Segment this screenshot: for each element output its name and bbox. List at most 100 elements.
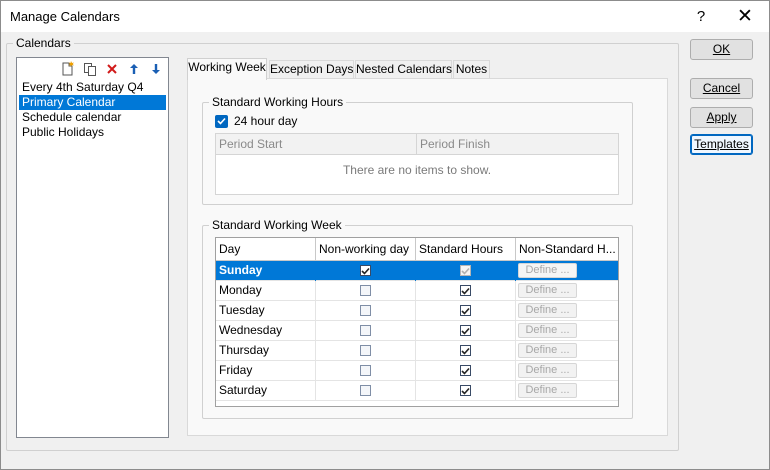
week-row-monday[interactable]: Monday Define ... <box>216 281 618 301</box>
column-header-period-finish[interactable]: Period Finish <box>417 134 618 154</box>
non-working-day-checkbox[interactable] <box>360 325 371 336</box>
non-working-day-checkbox[interactable] <box>360 305 371 316</box>
standard-hours-cell <box>416 361 516 381</box>
non-working-day-cell <box>316 381 416 401</box>
calendar-toolbar <box>17 58 168 80</box>
column-header-period-start[interactable]: Period Start <box>216 134 417 154</box>
standard-hours-checkbox[interactable] <box>460 325 471 336</box>
day-cell: Thursday <box>216 341 316 361</box>
standard-hours-checkbox[interactable] <box>460 385 471 396</box>
calendar-item[interactable]: Every 4th Saturday Q4 <box>19 80 166 95</box>
define-button[interactable]: Define ... <box>518 263 577 278</box>
non-working-day-cell <box>316 281 416 301</box>
tab-notes[interactable]: Notes <box>453 60 490 79</box>
define-button[interactable]: Define ... <box>518 343 577 358</box>
non-working-day-checkbox[interactable] <box>360 265 371 276</box>
week-grid[interactable]: Day Non-working day Standard Hours Non-S… <box>215 237 619 407</box>
non-working-day-checkbox[interactable] <box>360 345 371 356</box>
standard-hours-checkbox[interactable] <box>460 345 471 356</box>
calendar-item[interactable]: Schedule calendar <box>19 110 166 125</box>
week-row-sunday[interactable]: Sunday Define ... <box>216 261 618 281</box>
arrow-down-icon[interactable] <box>147 60 165 78</box>
define-button[interactable]: Define ... <box>518 383 577 398</box>
standard-working-week-label: Standard Working Week <box>209 218 345 232</box>
standard-hours-checkbox[interactable] <box>460 285 471 296</box>
column-header-non-working-day[interactable]: Non-working day <box>316 238 416 260</box>
templates-button[interactable]: Templates <box>690 134 753 155</box>
cancel-button[interactable]: Cancel <box>690 78 753 99</box>
tab-nested-calendars[interactable]: Nested Calendars <box>355 60 452 79</box>
standard-hours-cell <box>416 301 516 321</box>
column-header-non-standard-hours[interactable]: Non-Standard H... <box>516 238 618 260</box>
standard-hours-checkbox[interactable] <box>460 265 471 276</box>
calendar-item-selected[interactable]: Primary Calendar <box>19 95 166 110</box>
week-rows: Sunday Define ... Monday Define ... Tuesday D… <box>216 261 618 401</box>
help-icon: ? <box>696 8 706 25</box>
delete-icon[interactable] <box>103 60 121 78</box>
day-cell: Tuesday <box>216 301 316 321</box>
non-standard-hours-cell: Define ... <box>516 261 618 281</box>
period-grid[interactable]: Period Start Period Finish There are no … <box>215 133 619 195</box>
define-button[interactable]: Define ... <box>518 283 577 298</box>
standard-hours-cell <box>416 281 516 301</box>
ok-button[interactable]: OK <box>690 39 753 60</box>
copy-icon[interactable] <box>81 60 99 78</box>
close-icon: ✕ <box>737 6 753 27</box>
title-bar: Manage Calendars ? ✕ <box>1 1 769 32</box>
day-cell: Monday <box>216 281 316 301</box>
column-header-standard-hours[interactable]: Standard Hours <box>416 238 516 260</box>
day-cell: Saturday <box>216 381 316 401</box>
close-button[interactable]: ✕ <box>723 1 767 32</box>
24-hour-day-label: 24 hour day <box>234 114 298 128</box>
manage-calendars-dialog: Manage Calendars ? ✕ Calendars Every 4th… <box>0 0 770 470</box>
define-button[interactable]: Define ... <box>518 303 577 318</box>
standard-hours-cell <box>416 261 516 281</box>
arrow-up-icon[interactable] <box>125 60 143 78</box>
day-cell: Sunday <box>216 261 316 281</box>
standard-hours-checkbox[interactable] <box>460 365 471 376</box>
non-working-day-checkbox[interactable] <box>360 385 371 396</box>
standard-working-week-group: Standard Working Week Day Non-working da… <box>202 218 633 419</box>
calendar-list[interactable]: Every 4th Saturday Q4 Primary Calendar S… <box>16 57 169 438</box>
window-title: Manage Calendars <box>10 9 120 24</box>
week-row-wednesday[interactable]: Wednesday Define ... <box>216 321 618 341</box>
working-week-panel: Standard Working Hours 24 hour day Perio… <box>187 78 668 436</box>
define-button[interactable]: Define ... <box>518 323 577 338</box>
apply-button[interactable]: Apply <box>690 107 753 128</box>
tab-working-week[interactable]: Working Week <box>187 58 267 80</box>
define-button[interactable]: Define ... <box>518 363 577 378</box>
week-row-tuesday[interactable]: Tuesday Define ... <box>216 301 618 321</box>
non-standard-hours-cell: Define ... <box>516 341 618 361</box>
week-grid-header: Day Non-working day Standard Hours Non-S… <box>216 238 618 261</box>
checkmark-icon <box>215 114 228 128</box>
empty-message: There are no items to show. <box>342 163 492 177</box>
week-row-thursday[interactable]: Thursday Define ... <box>216 341 618 361</box>
non-standard-hours-cell: Define ... <box>516 281 618 301</box>
new-document-icon[interactable] <box>59 60 77 78</box>
non-standard-hours-cell: Define ... <box>516 301 618 321</box>
column-header-day[interactable]: Day <box>216 238 316 260</box>
period-grid-header: Period Start Period Finish <box>216 134 618 155</box>
day-cell: Friday <box>216 361 316 381</box>
standard-hours-cell <box>416 381 516 401</box>
standard-working-hours-label: Standard Working Hours <box>209 95 347 109</box>
day-cell: Wednesday <box>216 321 316 341</box>
calendar-items: Every 4th Saturday Q4 Primary Calendar S… <box>19 80 166 140</box>
non-working-day-checkbox[interactable] <box>360 365 371 376</box>
non-standard-hours-cell: Define ... <box>516 321 618 341</box>
non-working-day-checkbox[interactable] <box>360 285 371 296</box>
non-standard-hours-cell: Define ... <box>516 381 618 401</box>
tab-exception-days[interactable]: Exception Days <box>269 60 354 79</box>
calendar-item[interactable]: Public Holidays <box>19 125 166 140</box>
week-row-friday[interactable]: Friday Define ... <box>216 361 618 381</box>
non-working-day-cell <box>316 341 416 361</box>
standard-hours-checkbox[interactable] <box>460 305 471 316</box>
non-working-day-cell <box>316 261 416 281</box>
help-button[interactable]: ? <box>679 1 723 32</box>
standard-hours-cell <box>416 341 516 361</box>
week-row-saturday[interactable]: Saturday Define ... <box>216 381 618 401</box>
24-hour-day-checkbox[interactable]: 24 hour day <box>215 114 297 128</box>
standard-hours-cell <box>416 321 516 341</box>
non-working-day-cell <box>316 361 416 381</box>
standard-working-hours-group: Standard Working Hours 24 hour day Perio… <box>202 95 633 205</box>
